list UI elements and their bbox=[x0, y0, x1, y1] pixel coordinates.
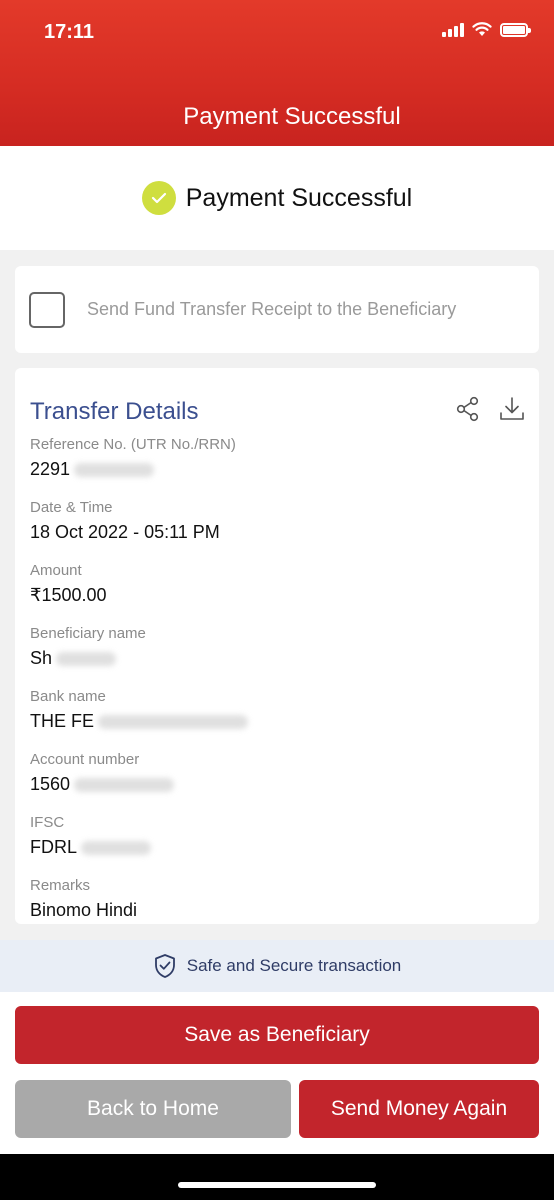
ifsc-field: IFSC FDRL bbox=[30, 814, 152, 858]
shield-check-icon bbox=[154, 954, 175, 978]
transfer-details-card: Transfer Details Reference No. (UTR No./… bbox=[15, 368, 539, 924]
redacted-blur bbox=[74, 462, 155, 477]
remarks-field: Remarks Binomo Hindi bbox=[30, 877, 138, 920]
account-number-field: Account number 1560 bbox=[30, 751, 175, 795]
amount-value: ₹1500.00 bbox=[30, 585, 107, 605]
bank-name-field: Bank name THE FE bbox=[30, 688, 249, 732]
receipt-option-card: Send Fund Transfer Receipt to the Benefi… bbox=[15, 266, 539, 353]
reference-number-field: Reference No. (UTR No./RRN) 2291 bbox=[30, 436, 236, 479]
beneficiary-name-value: Sh bbox=[30, 648, 53, 668]
amount-field: Amount ₹1500.00 bbox=[30, 562, 107, 605]
send-receipt-checkbox[interactable] bbox=[29, 291, 65, 328]
check-icon bbox=[141, 181, 176, 215]
status-time: 17:11 bbox=[44, 21, 95, 43]
date-time-value: 18 Oct 2022 - 05:11 PM bbox=[30, 522, 220, 542]
remarks-value: Binomo Hindi bbox=[30, 900, 138, 920]
secure-transaction-banner: Safe and Secure transaction bbox=[0, 940, 554, 992]
status-icons bbox=[442, 22, 531, 37]
success-message: Payment Successful bbox=[185, 183, 413, 212]
wifi-icon bbox=[472, 22, 492, 36]
beneficiary-name-field: Beneficiary name Sh bbox=[30, 625, 146, 668]
secure-transaction-text: Safe and Secure transaction bbox=[186, 956, 402, 975]
transfer-details-title: Transfer Details bbox=[30, 398, 199, 425]
redacted-blur bbox=[74, 777, 175, 792]
save-as-beneficiary-button[interactable]: Save as Beneficiary bbox=[15, 1006, 539, 1064]
send-money-again-button[interactable]: Send Money Again bbox=[299, 1080, 539, 1138]
page-title: Payment Successful bbox=[183, 103, 401, 130]
ifsc-value: FDRL bbox=[30, 837, 78, 857]
success-banner: Payment Successful bbox=[0, 146, 554, 250]
battery-icon bbox=[500, 22, 531, 37]
share-icon[interactable] bbox=[455, 396, 481, 422]
redacted-blur bbox=[81, 840, 152, 855]
reference-number-value: 2291 bbox=[30, 459, 71, 479]
system-home-bar bbox=[0, 1154, 554, 1200]
home-indicator[interactable] bbox=[178, 1182, 376, 1188]
app-header: 17:11 Payment Successful bbox=[0, 0, 554, 146]
redacted-blur bbox=[98, 714, 249, 729]
download-icon[interactable] bbox=[499, 396, 525, 422]
send-receipt-label[interactable]: Send Fund Transfer Receipt to the Benefi… bbox=[87, 299, 456, 320]
account-number-value: 1560 bbox=[30, 774, 71, 794]
redacted-blur bbox=[56, 651, 117, 666]
signal-icon bbox=[442, 22, 464, 37]
bank-name-value: THE FE bbox=[30, 711, 95, 731]
date-time-field: Date & Time 18 Oct 2022 - 05:11 PM bbox=[30, 499, 220, 542]
back-to-home-button[interactable]: Back to Home bbox=[15, 1080, 291, 1138]
